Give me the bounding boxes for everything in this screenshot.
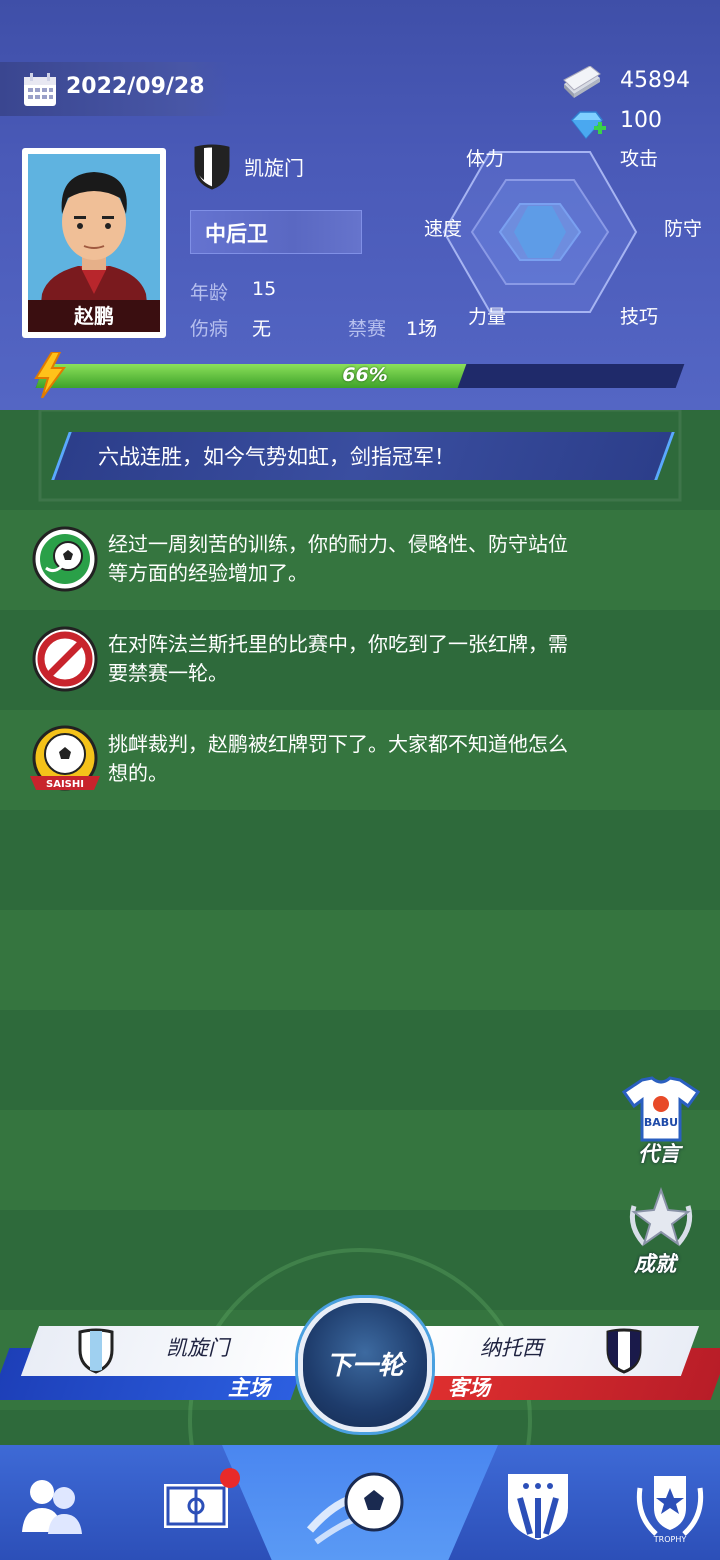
nav-item-trophy[interactable]: TROPHY xyxy=(630,1450,710,1555)
radar-label-attack: 攻击 xyxy=(620,148,659,170)
saishi-badge-icon: SAISHI xyxy=(30,725,100,791)
nav-item-league[interactable] xyxy=(500,1450,580,1555)
notification-dot xyxy=(220,1468,240,1488)
next-round-label: 下一轮 xyxy=(325,1351,404,1381)
injury-value: 无 xyxy=(252,318,272,340)
player-portrait-card[interactable]: 赵鹏 xyxy=(22,148,166,338)
position-badge: 中后卫 xyxy=(190,210,362,254)
position-label: 中后卫 xyxy=(205,222,268,246)
player-name: 赵鹏 xyxy=(28,300,160,332)
league-shield-icon xyxy=(508,1474,568,1540)
nav-item-pitch[interactable] xyxy=(156,1450,242,1555)
away-tag: 客场 xyxy=(448,1376,490,1400)
list-item: SAISHI 挑衅裁判，赵鹏被红牌罚下了。大家都不知道他怎么 想的。 xyxy=(0,710,720,806)
energy-progress-label: 66% xyxy=(342,364,388,386)
players-icon xyxy=(22,1480,82,1534)
ban-label: 禁赛 xyxy=(348,318,387,340)
ban-value: 1场 xyxy=(406,318,438,340)
nav-item-team[interactable] xyxy=(14,1450,94,1555)
list-item: 在对阵法兰斯托里的比赛中，你吃到了一张红牌，需 要禁赛一轮。 xyxy=(0,610,720,706)
achievement-star-icon xyxy=(629,1186,693,1247)
gem-add-icon[interactable] xyxy=(568,110,608,142)
svg-text:TROPHY: TROPHY xyxy=(653,1535,687,1544)
svg-text:BABU: BABU xyxy=(644,1116,678,1129)
achievements-label: 成就 xyxy=(634,1252,676,1276)
achievements-button[interactable]: 成就 xyxy=(618,1186,704,1278)
news-text: 挑衅裁判，赵鹏被红牌罚下了。大家都不知道他怎么 想的。 xyxy=(108,732,568,785)
cash-icon xyxy=(563,66,601,98)
svg-text:SAISHI: SAISHI xyxy=(46,779,84,790)
nav-item-match[interactable] xyxy=(306,1450,414,1555)
soccer-ball-icon xyxy=(306,1472,404,1545)
radar-label-defense: 防守 xyxy=(664,218,703,240)
soccer-ball-icon xyxy=(32,526,98,592)
radar-label-stamina: 体力 xyxy=(466,148,505,170)
away-team-bar xyxy=(390,1326,700,1376)
club-name: 凯旋门 xyxy=(244,156,304,180)
club-shield-icon xyxy=(194,144,230,190)
endorsement-button[interactable]: BABU 代言 xyxy=(618,1076,704,1168)
shirt-icon: BABU xyxy=(622,1076,700,1142)
lightning-icon xyxy=(34,352,66,398)
news-text: 在对阵法兰斯托里的比赛中，你吃到了一张红牌，需 要禁赛一轮。 xyxy=(108,632,568,685)
headline-text: 六战连胜，如今气势如虹，剑指冠军！ xyxy=(98,445,455,469)
injury-label: 伤病 xyxy=(190,318,229,340)
gem-value: 100 xyxy=(620,108,662,133)
trophy-icon: TROPHY xyxy=(636,1476,704,1544)
age-value: 15 xyxy=(252,278,277,300)
radar-label-strength: 力量 xyxy=(468,306,507,328)
calendar-icon xyxy=(24,73,56,106)
endorsement-label: 代言 xyxy=(638,1142,680,1166)
age-label: 年龄 xyxy=(190,282,229,304)
banned-icon xyxy=(32,626,98,692)
money-value: 45894 xyxy=(620,68,690,93)
news-text: 经过一周刻苦的训练，你的耐力、侵略性、防守站位 等方面的经验增加了。 xyxy=(108,532,568,585)
away-club-shield-icon xyxy=(606,1328,642,1374)
home-team-name: 凯旋门 xyxy=(166,1336,229,1360)
next-round-button[interactable]: 下一轮 xyxy=(298,1298,432,1432)
home-tag: 主场 xyxy=(228,1376,270,1400)
current-date: 2022/09/28 xyxy=(66,74,205,99)
radar-label-skill: 技巧 xyxy=(620,306,659,328)
list-item: 经过一周刻苦的训练，你的耐力、侵略性、防守站位 等方面的经验增加了。 xyxy=(0,510,720,606)
away-team-name: 纳托西 xyxy=(480,1336,543,1360)
home-club-shield-icon xyxy=(78,1328,114,1374)
radar-label-speed: 速度 xyxy=(424,218,463,240)
